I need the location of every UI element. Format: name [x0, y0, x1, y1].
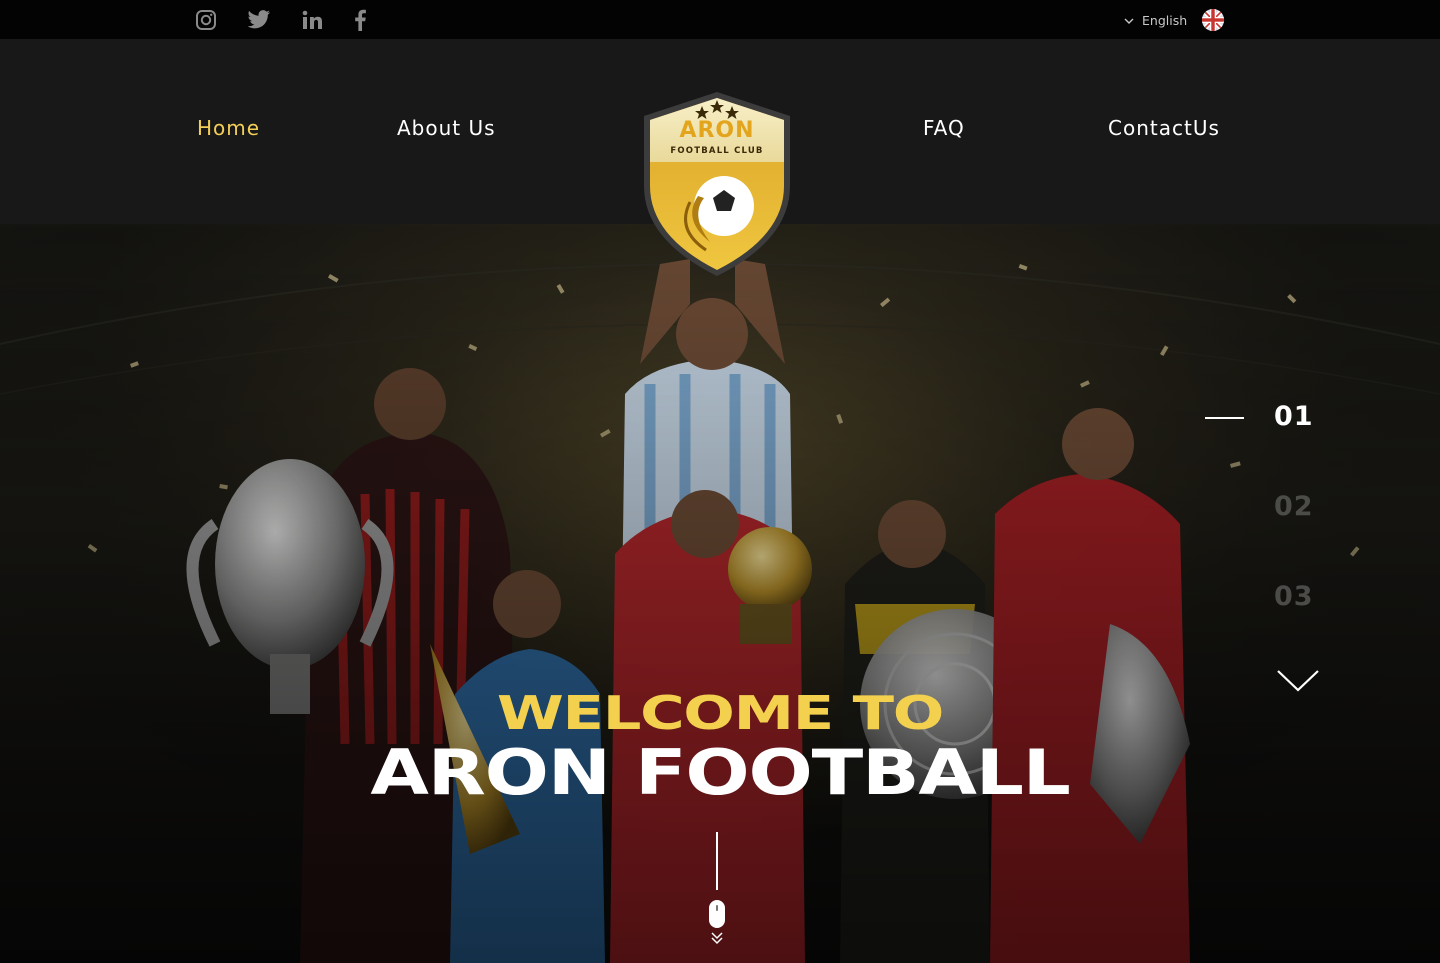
nav-contact-us[interactable]: ContactUs: [1108, 116, 1220, 140]
hero-players-image: [0, 224, 1440, 963]
nav-faq[interactable]: FAQ: [923, 116, 965, 140]
linkedin-icon[interactable]: [300, 8, 324, 32]
nav-about-us[interactable]: About Us: [397, 116, 496, 140]
hero-welcome-text: WELCOME TO: [496, 686, 945, 740]
club-logo[interactable]: ARON FOOTBALL CLUB: [640, 90, 794, 280]
double-chevron-down-icon: [710, 930, 724, 949]
active-slide-indicator: [1205, 417, 1244, 419]
slide-02[interactable]: 02: [1274, 491, 1314, 522]
facebook-icon[interactable]: [348, 8, 372, 32]
slide-03[interactable]: 03: [1274, 581, 1314, 612]
logo-subtitle: FOOTBALL CLUB: [670, 146, 764, 156]
mouse-scroll-icon[interactable]: [709, 900, 725, 928]
hero-headline: ARON FOOTBALL: [370, 736, 1071, 809]
chevron-down-icon: [1124, 13, 1134, 28]
language-selector[interactable]: English: [1124, 9, 1225, 31]
language-label: English: [1142, 12, 1188, 28]
nav-home[interactable]: Home: [197, 116, 260, 140]
twitter-icon[interactable]: [247, 8, 271, 32]
uk-flag-icon: [1202, 9, 1225, 31]
logo-title: ARON: [679, 118, 755, 143]
scroll-line: [716, 832, 718, 890]
slide-01[interactable]: 01: [1274, 401, 1314, 432]
top-bar: English: [0, 0, 1440, 39]
hero-section: 01 02 03 WELCOME TO ARON FOOTBALL: [0, 224, 1440, 963]
instagram-icon[interactable]: [194, 8, 218, 32]
